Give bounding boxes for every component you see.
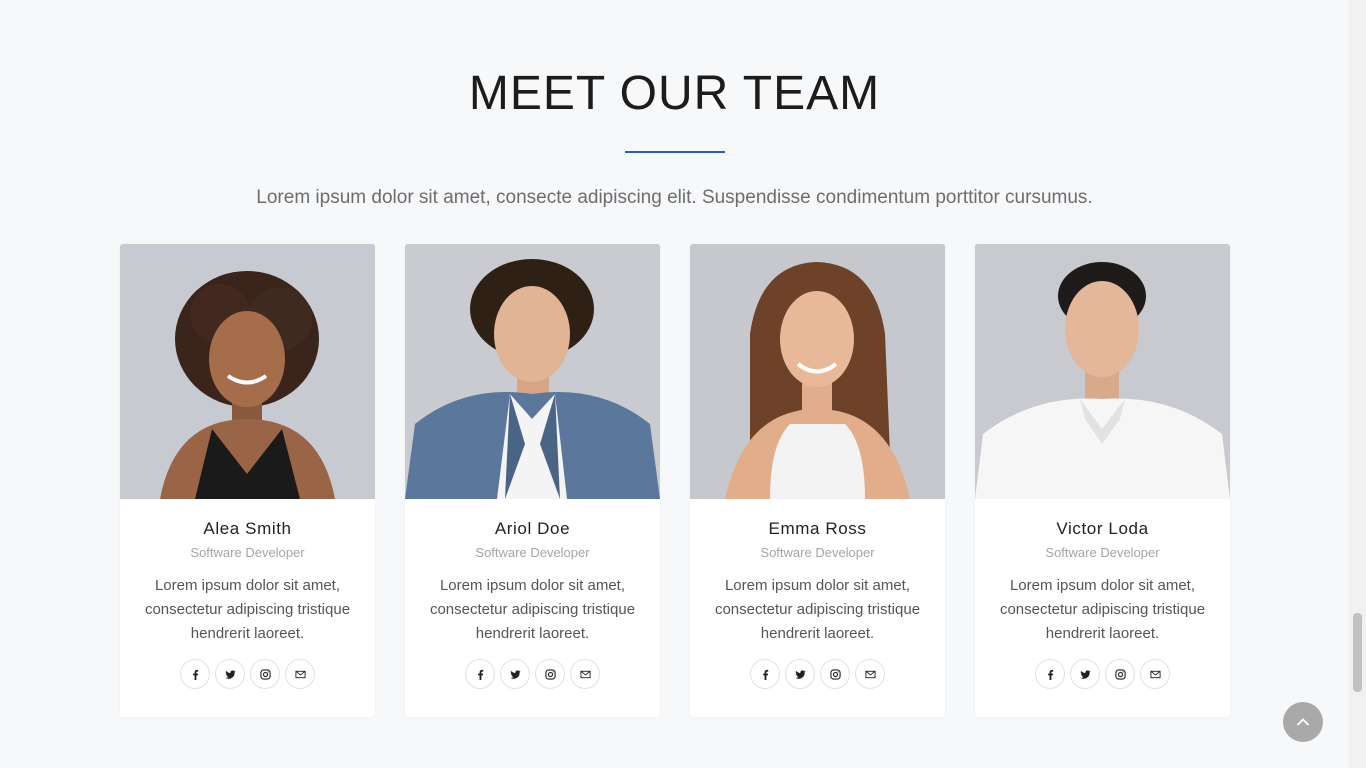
member-name: Ariol Doe [494,519,571,538]
portrait-image [120,244,375,499]
envelope-icon[interactable] [285,659,315,689]
instagram-icon[interactable] [1105,659,1135,689]
member-photo [405,244,660,499]
portrait-image [405,244,660,499]
social-links [120,659,375,689]
member-bio: Lorem ipsum dolor sit amet, consectetur … [429,577,636,642]
envelope-icon[interactable] [855,659,885,689]
member-name: Emma Ross [768,519,867,538]
member-photo [690,244,945,499]
social-links [975,659,1230,689]
twitter-icon[interactable] [1070,659,1100,689]
team-section: MEET OUR TEAM Lorem ipsum dolor sit amet… [0,0,1349,768]
page: MEET OUR TEAM Lorem ipsum dolor sit amet… [0,0,1366,768]
instagram-icon[interactable] [535,659,565,689]
team-card: Alea Smith Software Developer Lorem ipsu… [120,244,375,717]
section-subtitle: Lorem ipsum dolor sit amet, consecte adi… [256,187,1093,208]
back-to-top-button[interactable] [1283,702,1323,742]
team-cards: Alea Smith Software Developer Lorem ipsu… [120,244,1230,717]
scrollbar[interactable] [1349,0,1366,768]
facebook-icon[interactable] [750,659,780,689]
team-card: Victor Loda Software Developer Lorem ips… [975,244,1230,717]
facebook-icon[interactable] [465,659,495,689]
member-name: Alea Smith [203,519,292,538]
chevron-up-icon [1297,718,1309,726]
social-links [690,659,945,689]
instagram-icon[interactable] [820,659,850,689]
facebook-icon[interactable] [1035,659,1065,689]
portrait-image [690,244,945,499]
instagram-icon[interactable] [250,659,280,689]
twitter-icon[interactable] [500,659,530,689]
member-photo [975,244,1230,499]
member-photo [120,244,375,499]
member-role: Software Developer [190,545,305,560]
member-role: Software Developer [475,545,590,560]
team-card: Ariol Doe Software Developer Lorem ipsum… [405,244,660,717]
social-links [405,659,660,689]
member-bio: Lorem ipsum dolor sit amet, consectetur … [999,577,1206,642]
section-title: MEET OUR TEAM [468,67,881,120]
team-card: Emma Ross Software Developer Lorem ipsum… [690,244,945,717]
title-divider [625,151,725,153]
member-role: Software Developer [1045,545,1160,560]
member-bio: Lorem ipsum dolor sit amet, consectetur … [144,577,351,642]
member-bio: Lorem ipsum dolor sit amet, consectetur … [714,577,921,642]
member-name: Victor Loda [1056,519,1149,538]
envelope-icon[interactable] [1140,659,1170,689]
twitter-icon[interactable] [785,659,815,689]
facebook-icon[interactable] [180,659,210,689]
scrollbar-thumb[interactable] [1353,613,1362,692]
twitter-icon[interactable] [215,659,245,689]
envelope-icon[interactable] [570,659,600,689]
portrait-image [975,244,1230,499]
member-role: Software Developer [760,545,875,560]
